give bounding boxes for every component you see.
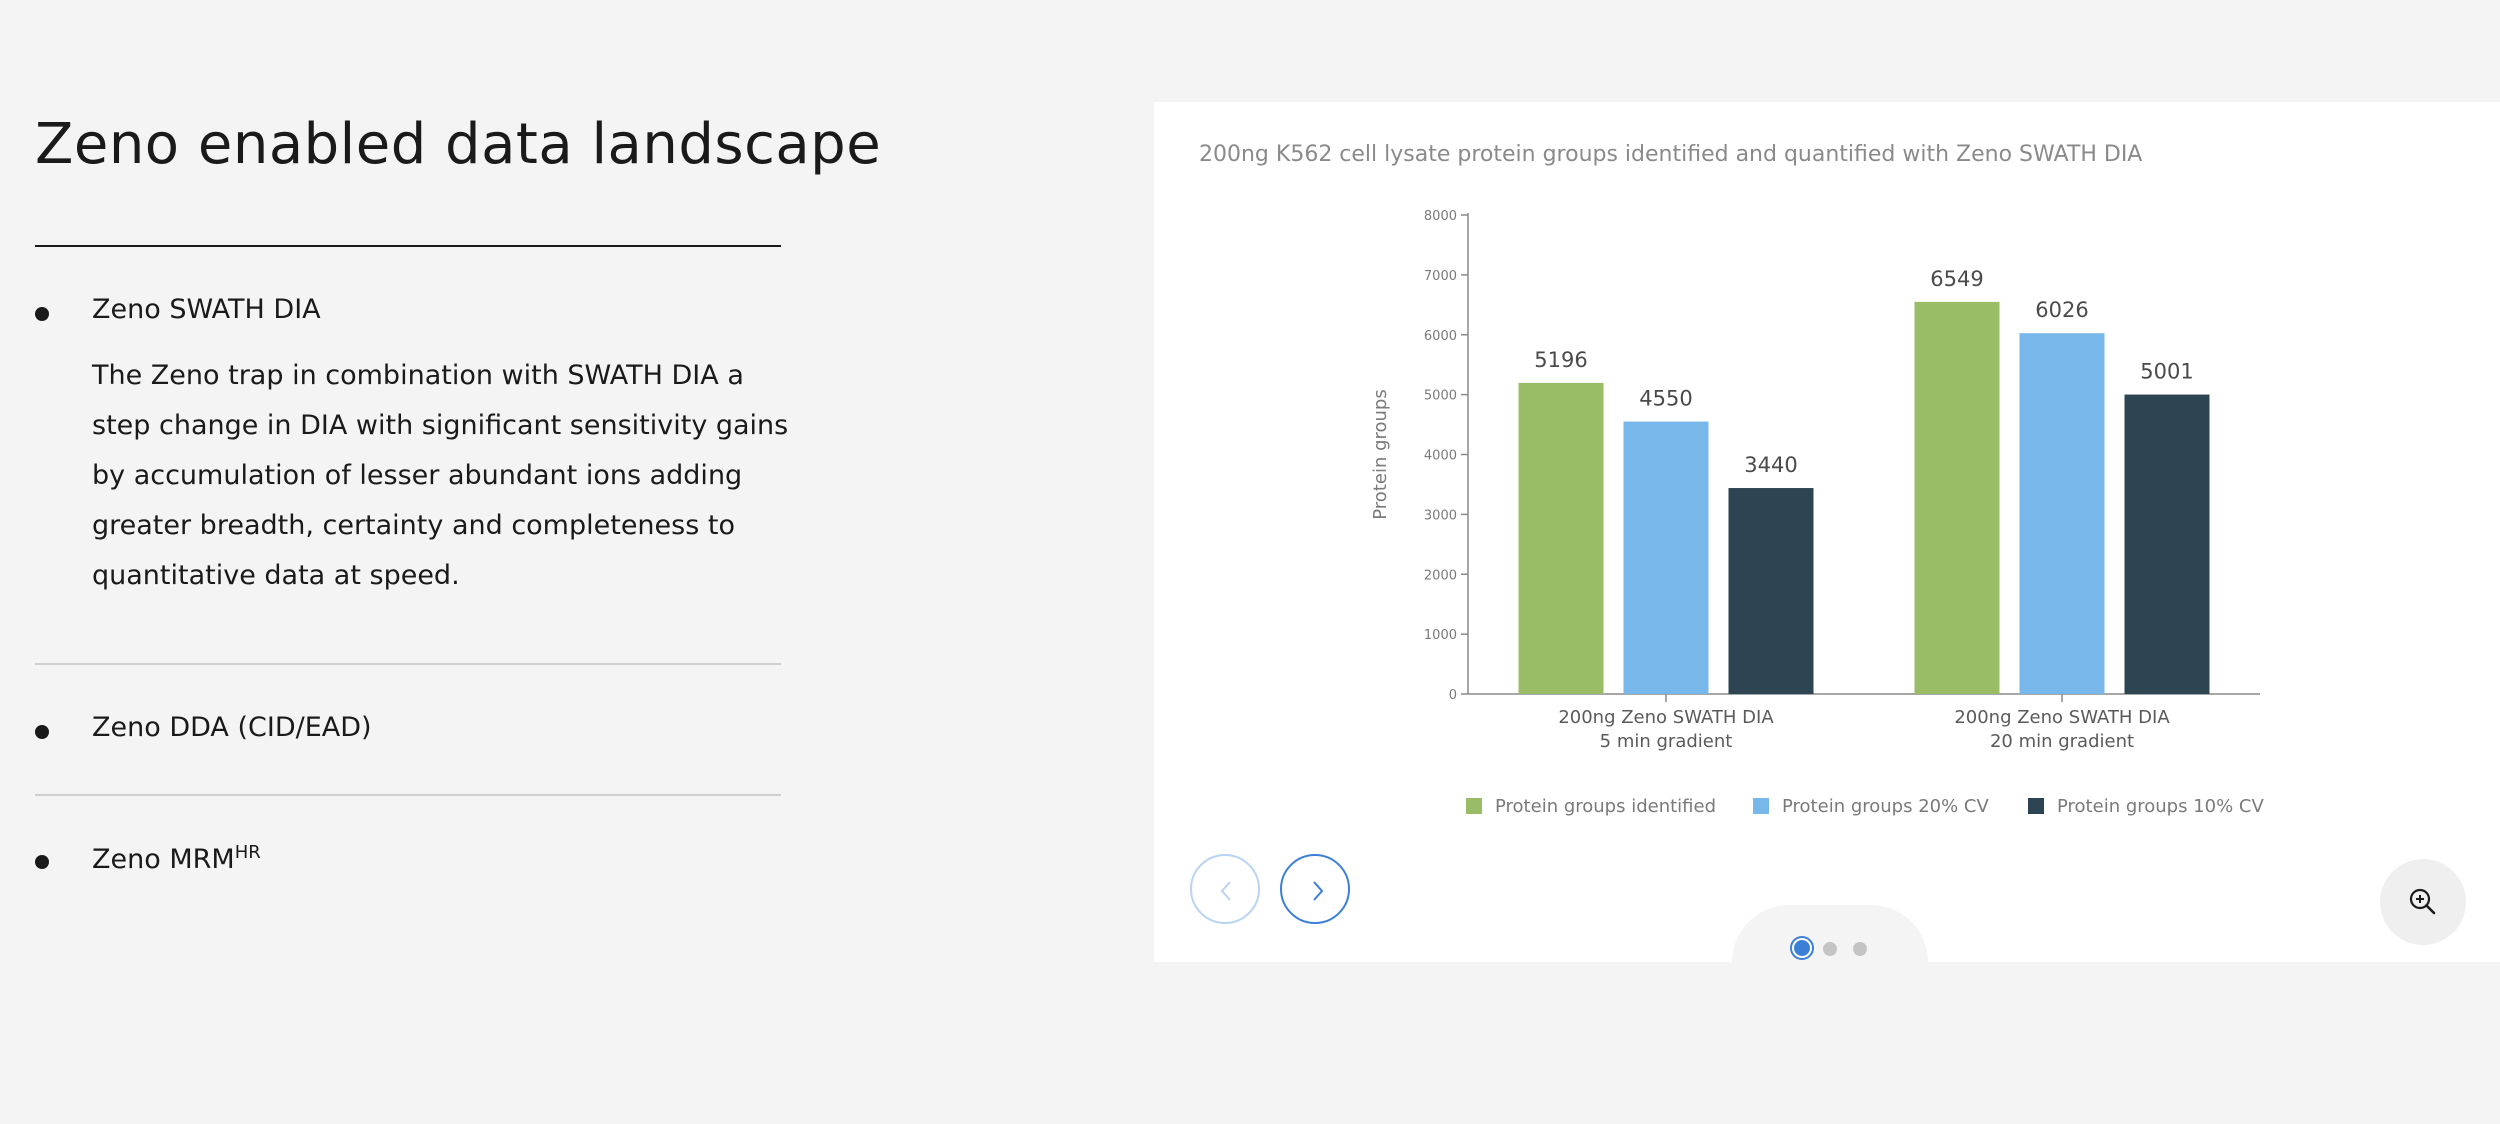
bar-chart: 0 1000 2000 3000 4000 5000 6000 7000 8000 Protein… bbox=[1370, 209, 2264, 817]
legend-swatch bbox=[1753, 798, 1769, 814]
carousel-dot-3[interactable] bbox=[1853, 942, 1867, 956]
y-tick-label: 7000 bbox=[1424, 269, 1457, 284]
bullet-icon bbox=[35, 855, 49, 869]
bar bbox=[1728, 488, 1814, 694]
x-tick-label: 200ng Zeno SWATH DIA bbox=[1558, 707, 1774, 728]
y-tick-label: 1000 bbox=[1424, 628, 1457, 643]
y-tick-label: 5000 bbox=[1424, 389, 1457, 404]
x-tick-label: 200ng Zeno SWATH DIA bbox=[1954, 707, 2170, 728]
chevron-left-icon bbox=[1220, 881, 1231, 901]
accordion-item-body: The Zeno trap in combination with SWATH … bbox=[92, 360, 789, 591]
y-tick-label: 4000 bbox=[1424, 449, 1457, 464]
accordion-divider bbox=[35, 794, 781, 796]
carousel-next-button[interactable] bbox=[1280, 854, 1350, 924]
accordion-item-dda[interactable]: Zeno DDA (CID/EAD) bbox=[35, 708, 781, 758]
title-divider bbox=[35, 245, 781, 247]
bar-value-label: 4550 bbox=[1639, 387, 1692, 411]
chevron-right-icon bbox=[1313, 881, 1324, 901]
carousel-pagination bbox=[1732, 905, 1928, 962]
legend-label: Protein groups identified bbox=[1495, 796, 1716, 817]
accordion-item-swath-dia[interactable]: Zeno SWATH DIA The Zeno trap in combinat… bbox=[35, 290, 788, 620]
bar bbox=[1623, 421, 1709, 694]
accordion-item-mrm-hr[interactable]: Zeno MRMHR bbox=[35, 838, 781, 888]
accordion-divider bbox=[35, 663, 781, 665]
bar-value-label: 6549 bbox=[1930, 267, 1983, 291]
accordion-item-label[interactable]: Zeno SWATH DIA bbox=[92, 294, 321, 325]
bullet-icon bbox=[35, 307, 49, 321]
bar-value-label: 6026 bbox=[2035, 298, 2088, 322]
page-title: Zeno enabled data landscape bbox=[35, 112, 882, 177]
y-tick-label: 2000 bbox=[1424, 568, 1457, 583]
bar bbox=[1914, 301, 2000, 694]
accordion-item-label[interactable]: Zeno DDA (CID/EAD) bbox=[92, 712, 372, 743]
bar-value-label: 5001 bbox=[2140, 360, 2193, 384]
legend-swatch bbox=[1466, 798, 1482, 814]
accordion-item-label[interactable]: Zeno MRMHR bbox=[92, 842, 261, 875]
zoom-in-icon bbox=[2409, 888, 2436, 915]
y-tick-label: 0 bbox=[1449, 688, 1457, 703]
accordion-item-label-text: Zeno MRM bbox=[92, 844, 235, 875]
bar bbox=[2124, 394, 2210, 694]
x-tick-label: 5 min gradient bbox=[1600, 731, 1733, 752]
bar bbox=[1518, 382, 1604, 694]
zoom-button[interactable] bbox=[2380, 859, 2466, 945]
y-axis-label: Protein groups bbox=[1370, 389, 1391, 519]
x-tick-label: 20 min gradient bbox=[1990, 731, 2134, 752]
legend-swatch bbox=[2028, 798, 2044, 814]
carousel-prev-button[interactable] bbox=[1190, 854, 1260, 924]
bar-value-label: 5196 bbox=[1534, 348, 1587, 372]
y-tick-label: 6000 bbox=[1424, 329, 1457, 344]
bar bbox=[2019, 333, 2105, 694]
bar-value-label: 3440 bbox=[1744, 453, 1797, 477]
accordion-item-label-sup: HR bbox=[234, 842, 261, 863]
carousel-dot-2[interactable] bbox=[1823, 942, 1837, 956]
y-tick-label: 8000 bbox=[1424, 209, 1457, 224]
legend-label: Protein groups 20% CV bbox=[1782, 796, 1989, 817]
carousel-dot-1[interactable] bbox=[1794, 940, 1810, 956]
bullet-icon bbox=[35, 725, 49, 739]
chart-carousel-card: 200ng K562 cell lysate protein groups id… bbox=[1154, 102, 2500, 962]
legend-label: Protein groups 10% CV bbox=[2057, 796, 2264, 817]
y-tick-label: 3000 bbox=[1424, 508, 1457, 523]
